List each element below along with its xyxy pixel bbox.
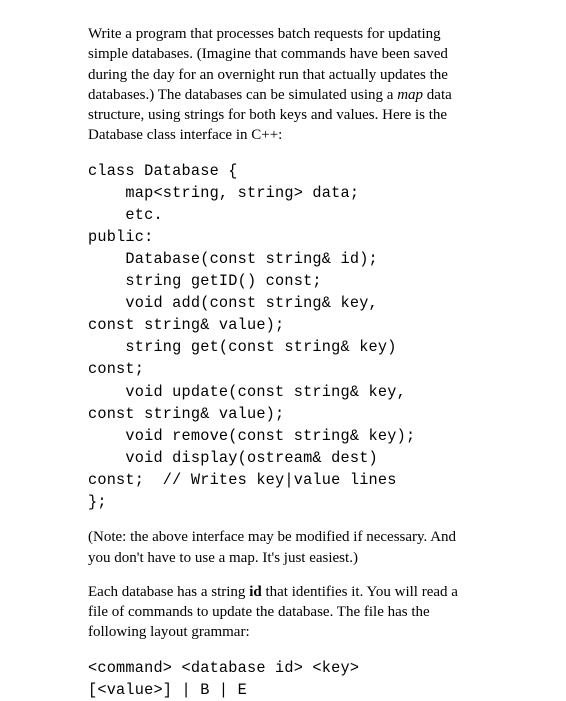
code-block-class: class Database { map<string, string> dat… xyxy=(88,160,478,514)
para3-text-a: Each database has a string xyxy=(88,584,249,600)
paragraph-database-id: Each database has a string id that ident… xyxy=(88,582,478,643)
para3-id-bold: id xyxy=(249,584,262,600)
paragraph-note: (Note: the above interface may be modifi… xyxy=(88,527,478,568)
code-block-grammar: <command> <database id> <key> [<value>] … xyxy=(88,657,478,701)
paragraph-intro: Write a program that processes batch req… xyxy=(88,24,478,146)
para1-map-italic: map xyxy=(397,87,423,103)
para1-text-a: Write a program that processes batch req… xyxy=(88,26,448,103)
